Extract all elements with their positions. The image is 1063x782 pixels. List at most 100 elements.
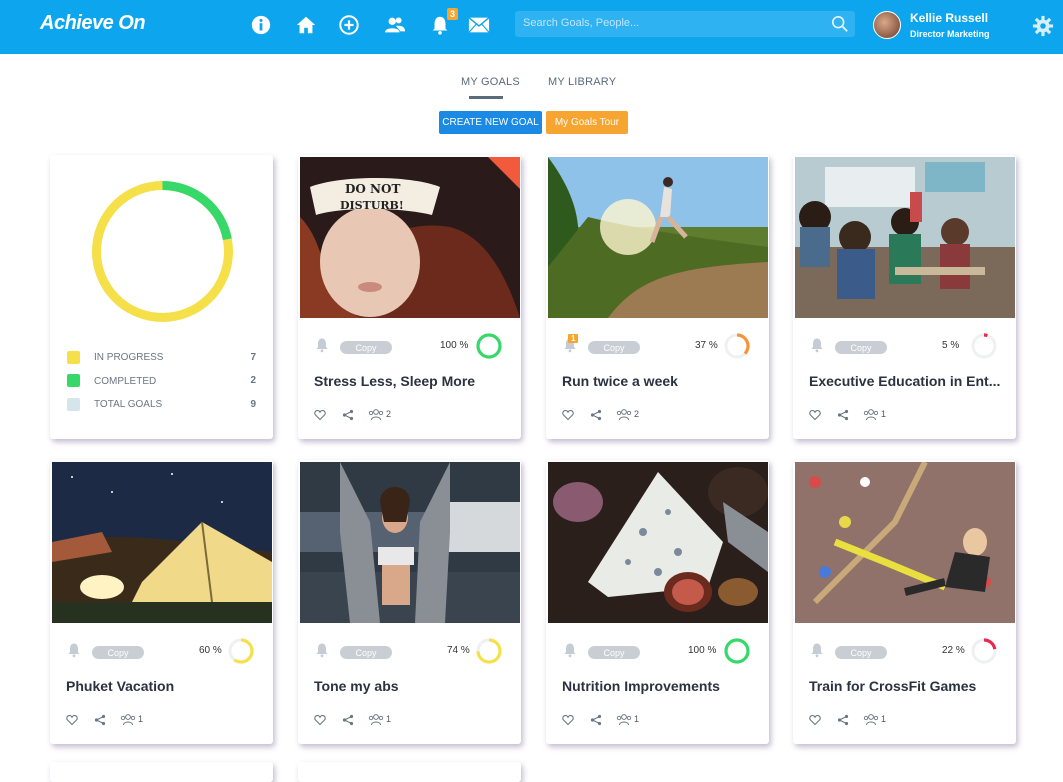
user-name[interactable]: Kellie Russell (910, 11, 988, 25)
goal-image[interactable] (548, 157, 768, 318)
goal-image[interactable] (795, 157, 1015, 318)
goal-title[interactable]: Executive Education in Ent... (809, 373, 1004, 389)
goal-image-art (548, 462, 768, 623)
heart-icon[interactable] (562, 714, 574, 726)
legend-swatch-in-progress (67, 351, 80, 364)
settings-gear-icon[interactable] (1032, 15, 1054, 37)
bell-icon[interactable] (314, 642, 330, 658)
goal-title[interactable]: Run twice a week (562, 373, 757, 389)
goal-image-art (52, 462, 272, 623)
home-icon[interactable] (294, 13, 318, 37)
share-icon[interactable] (342, 714, 354, 726)
legend-value-completed: 2 (250, 375, 256, 386)
heart-icon[interactable] (562, 409, 574, 421)
goal-image[interactable] (300, 462, 520, 623)
heart-icon[interactable] (314, 409, 326, 421)
members-icon[interactable] (368, 713, 384, 726)
goal-card-partial[interactable] (50, 762, 273, 782)
active-tab-indicator (469, 96, 503, 99)
user-role: Director Marketing (910, 29, 990, 39)
goal-title[interactable]: Train for CrossFit Games (809, 678, 1004, 694)
heart-icon[interactable] (809, 409, 821, 421)
notifications-badge: 3 (446, 8, 458, 20)
goal-card[interactable]: Copy 22 % Train for CrossFit Games 1 (793, 460, 1016, 744)
goal-image-art (795, 462, 1015, 623)
legend-label-total: TOTAL GOALS (94, 399, 163, 410)
goal-card[interactable]: Copy 100 % Nutrition Improvements 1 (546, 460, 769, 744)
goal-image-art: DO NOT DISTURB! (300, 157, 520, 318)
bell-icon[interactable] (562, 642, 578, 658)
app-logo[interactable]: Achieve On (40, 12, 146, 35)
add-goal-icon[interactable] (337, 13, 361, 37)
share-icon[interactable] (837, 409, 849, 421)
heart-icon[interactable] (809, 714, 821, 726)
goal-title[interactable]: Stress Less, Sleep More (314, 373, 509, 389)
goal-card[interactable]: DO NOT DISTURB! Copy 100 % Stress Less, … (298, 155, 521, 439)
bell-icon[interactable] (314, 337, 330, 353)
goals-summary-card: IN PROGRESS 7 COMPLETED 2 TOTAL GOALS 9 (50, 155, 273, 439)
members-icon[interactable] (616, 408, 632, 421)
legend-value-total: 9 (250, 399, 256, 410)
goal-percent: 74 % (447, 645, 470, 656)
goal-percent: 60 % (199, 645, 222, 656)
copy-button[interactable]: Copy (340, 646, 392, 659)
copy-button[interactable]: Copy (835, 646, 887, 659)
share-icon[interactable] (94, 714, 106, 726)
search-icon[interactable] (831, 15, 849, 33)
members-count: 2 (386, 409, 392, 419)
tab-my-goals[interactable]: MY GOALS (461, 76, 520, 88)
heart-icon[interactable] (314, 714, 326, 726)
goal-progress-ring (724, 333, 750, 359)
goal-card[interactable]: Copy 74 % Tone my abs 1 (298, 460, 521, 744)
members-count: 1 (138, 714, 144, 724)
goal-title[interactable]: Nutrition Improvements (562, 678, 757, 694)
copy-button[interactable]: Copy (588, 646, 640, 659)
goal-title[interactable]: Phuket Vacation (66, 678, 261, 694)
my-goals-tour-button[interactable]: My Goals Tour (546, 111, 628, 134)
members-count: 1 (881, 409, 887, 419)
copy-button[interactable]: Copy (340, 341, 392, 354)
info-icon[interactable] (249, 13, 273, 37)
legend-label-completed: COMPLETED (94, 376, 157, 387)
members-count: 1 (881, 714, 887, 724)
goal-image[interactable] (795, 462, 1015, 623)
search-input[interactable]: Search Goals, People... (515, 11, 855, 37)
share-icon[interactable] (590, 714, 602, 726)
create-new-goal-button[interactable]: CREATE NEW GOAL (439, 111, 542, 134)
copy-button[interactable]: Copy (835, 341, 887, 354)
goal-card[interactable]: Copy 60 % Phuket Vacation 1 (50, 460, 273, 744)
notifications-icon[interactable]: 3 (428, 8, 458, 37)
copy-button[interactable]: Copy (92, 646, 144, 659)
legend-swatch-total (67, 398, 80, 411)
goal-card[interactable]: Copy 5 % Executive Education in Ent... 1 (793, 155, 1016, 439)
svg-text:DO NOT: DO NOT (345, 182, 400, 196)
goal-percent: 100 % (440, 340, 469, 351)
bell-icon[interactable] (809, 642, 825, 658)
heart-icon[interactable] (66, 714, 78, 726)
goal-image[interactable] (52, 462, 272, 623)
share-icon[interactable] (590, 409, 602, 421)
people-icon[interactable] (383, 13, 407, 37)
goal-image[interactable]: DO NOT DISTURB! (300, 157, 520, 318)
legend-swatch-completed (67, 374, 80, 387)
members-count: 1 (634, 714, 640, 724)
share-icon[interactable] (837, 714, 849, 726)
copy-button[interactable]: Copy (588, 341, 640, 354)
members-icon[interactable] (863, 408, 879, 421)
goal-image[interactable] (548, 462, 768, 623)
bell-icon[interactable] (809, 337, 825, 353)
tab-my-library[interactable]: MY LIBRARY (548, 76, 616, 88)
mail-icon[interactable] (467, 13, 491, 37)
members-icon[interactable] (616, 713, 632, 726)
members-icon[interactable] (120, 713, 136, 726)
goal-progress-ring (971, 333, 997, 359)
members-count: 2 (634, 409, 640, 419)
goal-title[interactable]: Tone my abs (314, 678, 509, 694)
bell-icon[interactable] (66, 642, 82, 658)
goal-card[interactable]: 1 Copy 37 % Run twice a week 2 (546, 155, 769, 439)
avatar[interactable] (873, 11, 901, 39)
share-icon[interactable] (342, 409, 354, 421)
goal-card-partial[interactable] (298, 762, 521, 782)
members-icon[interactable] (368, 408, 384, 421)
members-icon[interactable] (863, 713, 879, 726)
